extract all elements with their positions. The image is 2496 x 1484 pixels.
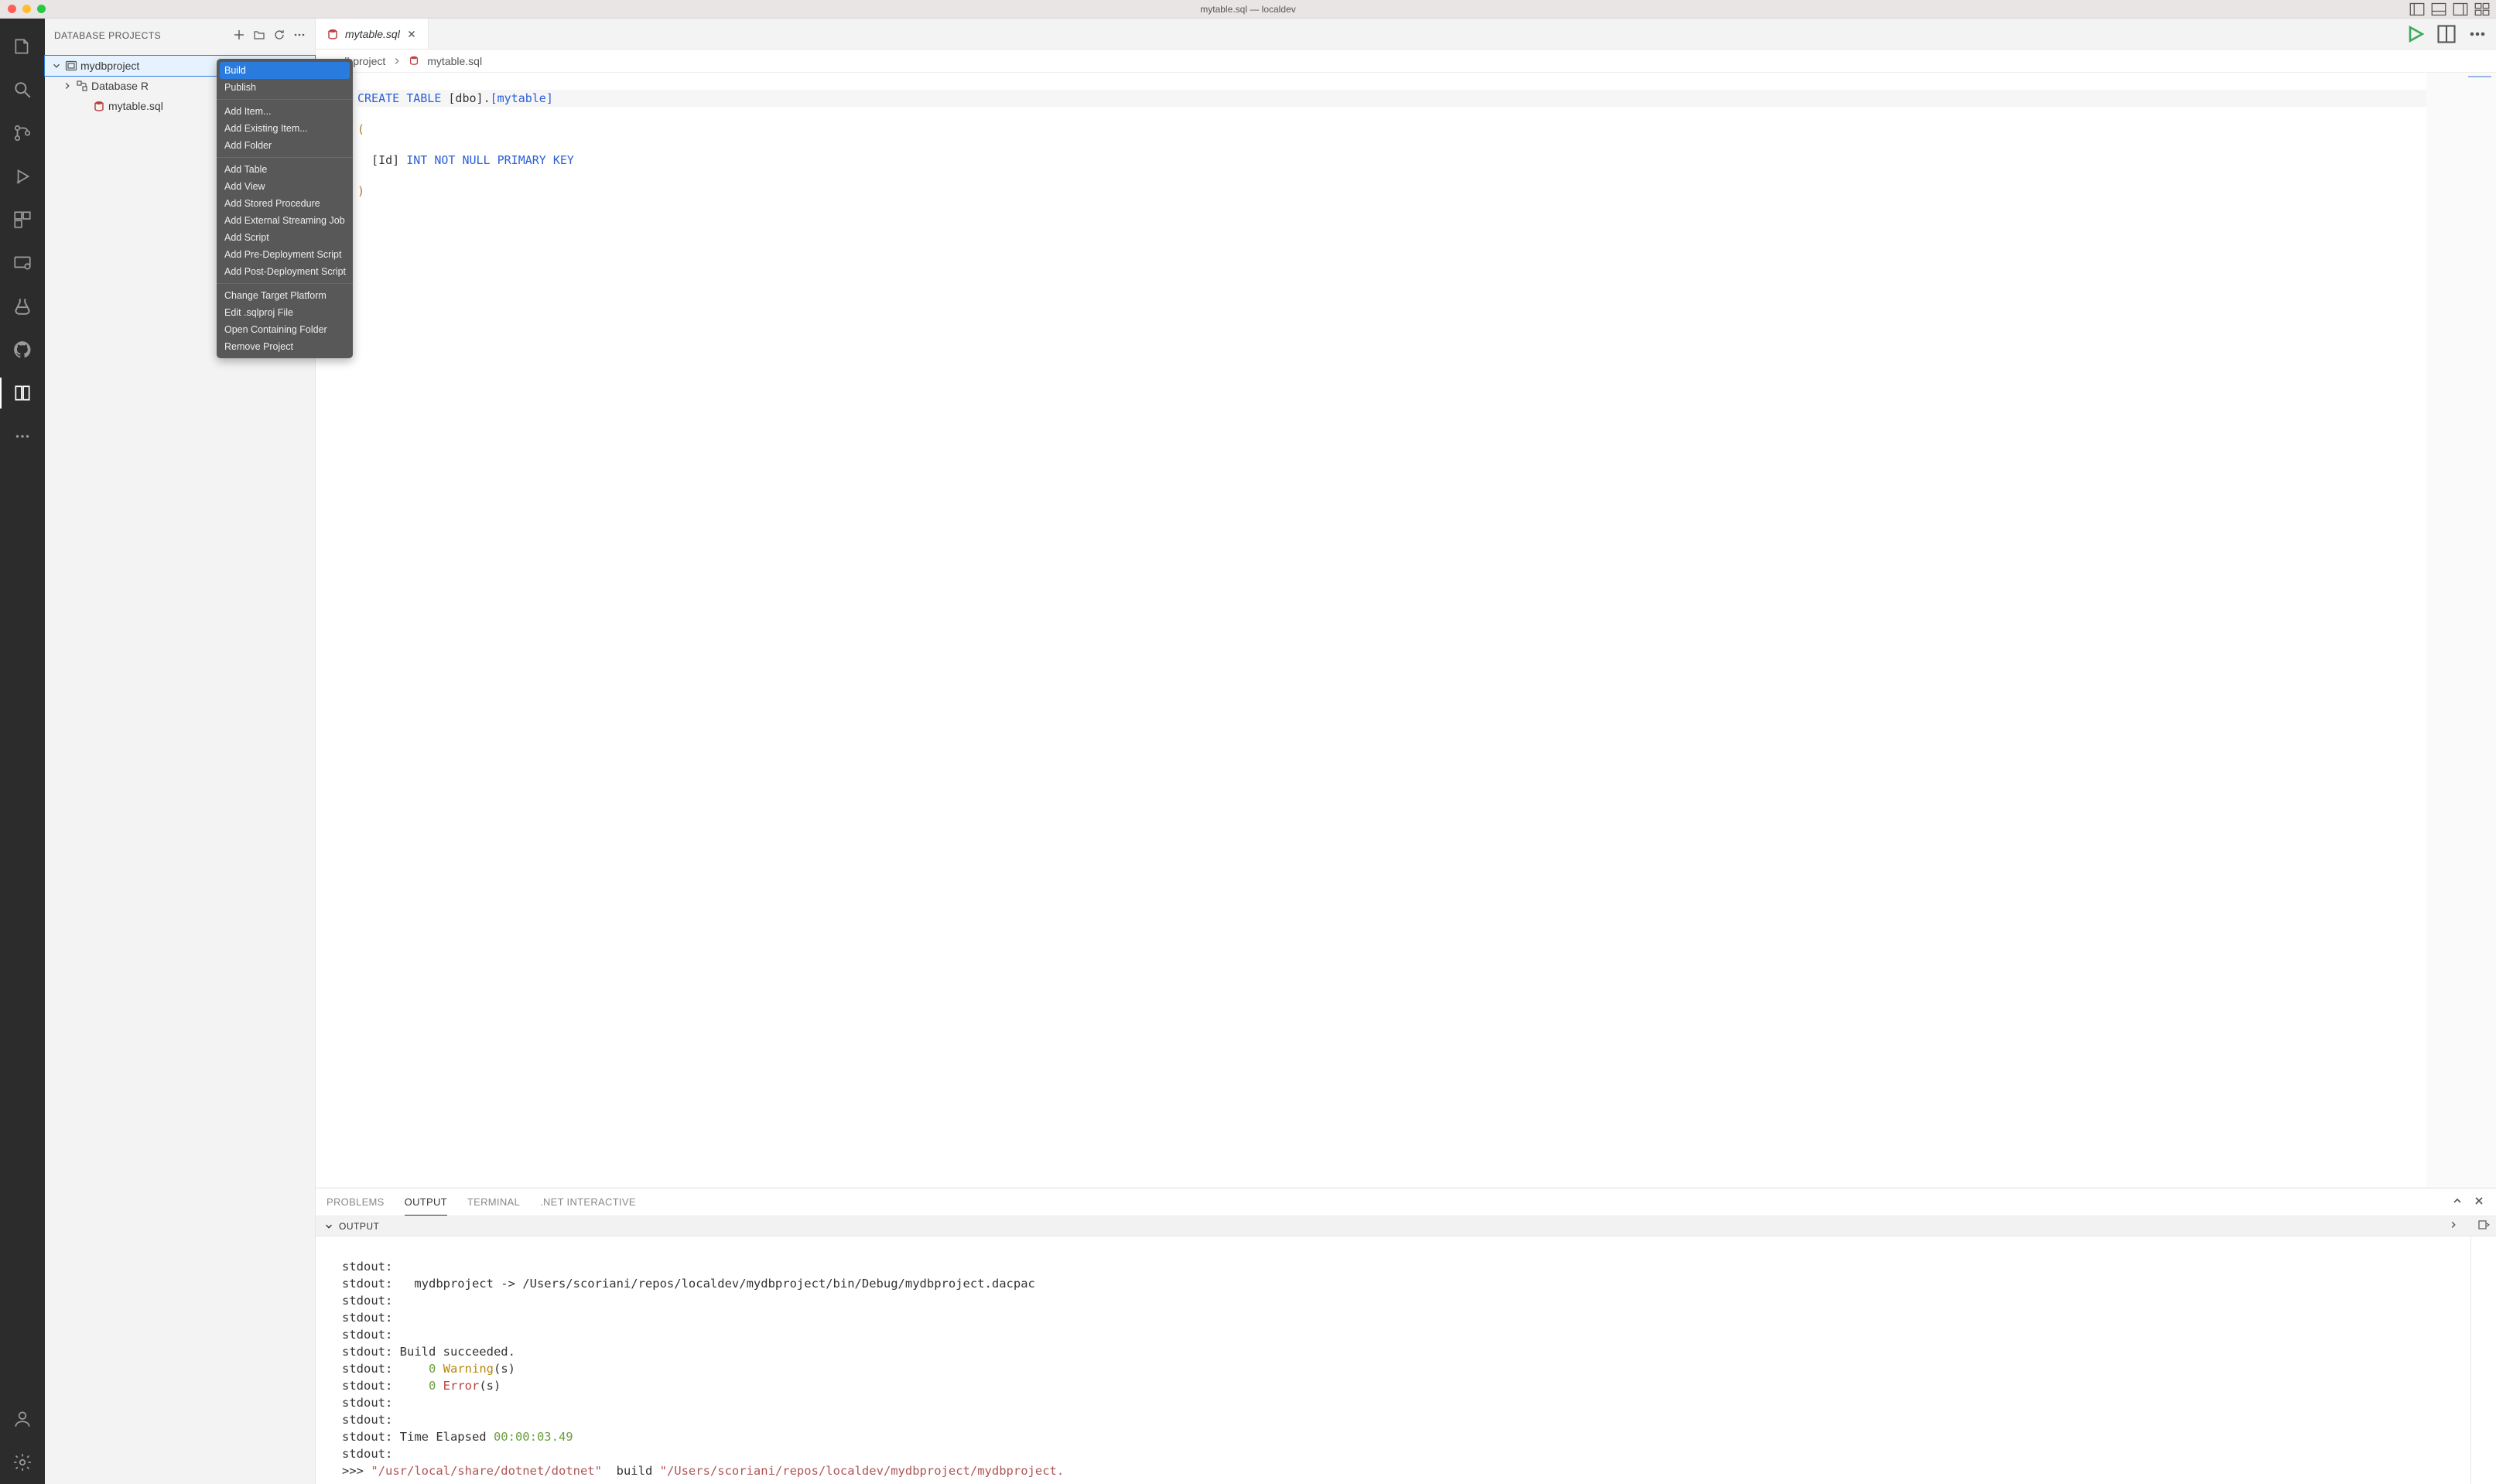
sql-file-icon	[327, 28, 339, 40]
breadcrumb[interactable]: mydbproject mytable.sql	[316, 50, 2496, 73]
minimap[interactable]	[2426, 73, 2496, 1188]
context-menu-add-view[interactable]: Add View	[217, 178, 353, 195]
context-menu-add-table[interactable]: Add Table	[217, 161, 353, 178]
close-icon[interactable]	[406, 29, 417, 39]
run-query-button[interactable]	[2405, 23, 2426, 45]
output-content[interactable]: stdout: stdout: mydbproject -> /Users/sc…	[316, 1236, 2471, 1484]
refresh-icon[interactable]	[273, 29, 286, 43]
layout-sidebar-left-icon[interactable]	[2409, 2, 2425, 17]
panel-tab-output[interactable]: OUTPUT	[405, 1188, 447, 1216]
context-menu-add-stored-procedure[interactable]: Add Stored Procedure	[217, 195, 353, 212]
window-minimize-button[interactable]	[22, 5, 31, 13]
activity-search[interactable]	[0, 68, 45, 111]
activity-explorer[interactable]	[0, 25, 45, 68]
tree-file-label: mytable.sql	[108, 100, 163, 112]
tab-mytable-sql[interactable]: mytable.sql	[316, 19, 429, 49]
layout-customize-icon[interactable]	[2474, 2, 2490, 17]
activity-github[interactable]	[0, 328, 45, 371]
panel-tab-dotnet-interactive[interactable]: .NET INTERACTIVE	[540, 1188, 636, 1216]
context-menu-publish[interactable]: Publish	[217, 79, 353, 96]
split-editor-button[interactable]	[2436, 23, 2457, 45]
editor-tabs: mytable.sql	[316, 19, 2496, 50]
activity-remote[interactable]	[0, 241, 45, 285]
code-content[interactable]: CREATE TABLE [dbo].[mytable] ( [Id] INT …	[357, 73, 2496, 1188]
panel-tab-terminal[interactable]: TERMINAL	[467, 1188, 520, 1216]
breadcrumb-file[interactable]: mytable.sql	[427, 55, 482, 67]
project-context-menu: Build Publish Add Item... Add Existing I…	[217, 59, 353, 358]
panel-tab-problems[interactable]: PROBLEMS	[327, 1188, 385, 1216]
activity-source-control[interactable]	[0, 111, 45, 155]
panel-settings-icon[interactable]	[2477, 1219, 2490, 1233]
new-project-icon[interactable]	[233, 29, 245, 43]
context-menu-edit-sqlproj[interactable]: Edit .sqlproj File	[217, 304, 353, 321]
chevron-down-icon	[323, 1221, 334, 1232]
chevron-right-icon	[391, 56, 402, 67]
panel-subheader[interactable]: OUTPUT	[316, 1216, 2471, 1236]
activity-extensions[interactable]	[0, 198, 45, 241]
context-menu-open-containing-folder[interactable]: Open Containing Folder	[217, 321, 353, 338]
activity-settings[interactable]	[0, 1441, 45, 1484]
tab-label: mytable.sql	[345, 28, 400, 40]
references-icon	[76, 80, 88, 92]
panel-maximize-icon[interactable]	[2451, 1195, 2464, 1209]
context-menu-build[interactable]: Build	[220, 62, 350, 79]
sidebar-title: DATABASE PROJECTS	[54, 30, 233, 41]
context-menu-add-pre-deployment-script[interactable]: Add Pre-Deployment Script	[217, 246, 353, 263]
context-menu-change-target-platform[interactable]: Change Target Platform	[217, 287, 353, 304]
context-menu-add-external-streaming-job[interactable]: Add External Streaming Job	[217, 212, 353, 229]
chevron-down-icon	[51, 60, 62, 71]
sql-file-icon	[409, 55, 421, 67]
activity-accounts[interactable]	[0, 1397, 45, 1441]
chevron-right-icon[interactable]	[2448, 1219, 2464, 1233]
more-actions-icon[interactable]	[293, 29, 306, 43]
panel-close-icon[interactable]	[2473, 1195, 2485, 1209]
context-menu-remove-project[interactable]: Remove Project	[217, 338, 353, 355]
window-maximize-button[interactable]	[37, 5, 46, 13]
panel-subheader-label: OUTPUT	[339, 1221, 379, 1232]
activity-more-icon[interactable]	[0, 415, 45, 458]
activity-bar	[0, 19, 45, 1484]
layout-sidebar-right-icon[interactable]	[2453, 2, 2468, 17]
sidebar: DATABASE PROJECTS mydbproject	[45, 19, 316, 1484]
code-editor[interactable]: 1 2 3 4 5 CREATE TABLE [dbo].[mytable] (…	[316, 73, 2496, 1188]
editor-more-actions-button[interactable]	[2467, 23, 2488, 45]
window-title: mytable.sql — localdev	[1200, 4, 1295, 15]
activity-testing[interactable]	[0, 285, 45, 328]
titlebar[interactable]: mytable.sql — localdev	[0, 0, 2496, 19]
open-project-icon[interactable]	[253, 29, 265, 43]
activity-run-debug[interactable]	[0, 155, 45, 198]
context-menu-add-post-deployment-script[interactable]: Add Post-Deployment Script	[217, 263, 353, 280]
activity-database-projects[interactable]	[0, 371, 45, 415]
bottom-panel: PROBLEMS OUTPUT TERMINAL .NET INTERACTIV…	[316, 1188, 2496, 1484]
context-menu-add-script[interactable]: Add Script	[217, 229, 353, 246]
sql-file-icon	[93, 100, 105, 112]
context-menu-add-existing-item[interactable]: Add Existing Item...	[217, 120, 353, 137]
chevron-right-icon	[62, 80, 73, 91]
context-menu-add-item[interactable]: Add Item...	[217, 103, 353, 120]
context-menu-add-folder[interactable]: Add Folder	[217, 137, 353, 154]
window-close-button[interactable]	[8, 5, 16, 13]
tree-project-label: mydbproject	[80, 60, 139, 72]
project-icon	[65, 60, 77, 72]
tree-references-label: Database R	[91, 80, 149, 92]
layout-panel-bottom-icon[interactable]	[2431, 2, 2446, 17]
